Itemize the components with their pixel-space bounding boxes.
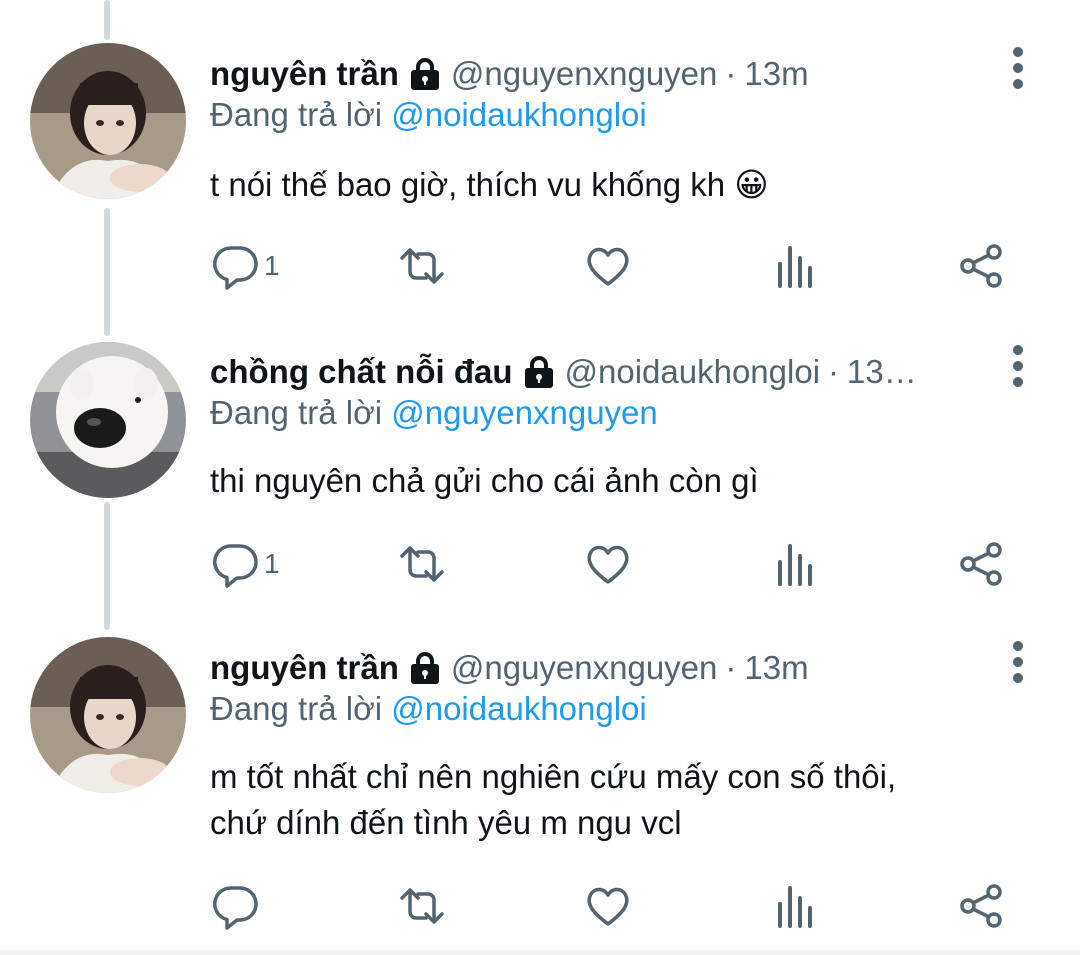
tweet-actions: 1 <box>0 236 1080 296</box>
share-icon <box>960 244 1002 288</box>
separator: · <box>725 649 737 686</box>
reply-context: Đang trả lời @noidaukhongloi <box>210 96 647 134</box>
reply-mention[interactable]: @noidaukhongloi <box>391 96 647 133</box>
lock-icon <box>410 652 439 684</box>
display-name[interactable]: nguyên trần <box>210 55 399 93</box>
views-button[interactable] <box>772 236 820 296</box>
retweet-icon <box>400 546 444 582</box>
tweet-text: thi nguyên chả gửi cho cái ảnh còn gì <box>210 458 1030 504</box>
reply-button[interactable] <box>212 876 264 936</box>
timestamp[interactable]: 13m <box>744 649 808 687</box>
separator: · <box>725 55 737 92</box>
tweet-text-line: thi nguyên chả gửi cho cái ảnh còn gì <box>210 462 759 499</box>
like-icon <box>587 887 629 926</box>
tweet-header: nguyên trần @nguyenxnguyen · 13m <box>210 646 809 690</box>
timestamp[interactable]: 13m <box>744 55 808 93</box>
tweet-header: chồng chất nỗi đau @noidaukhongloi · 13… <box>210 350 917 394</box>
avatar[interactable] <box>30 342 186 498</box>
views-icon <box>778 544 812 586</box>
reply-prefix: Đang trả lời <box>210 96 383 133</box>
reply-context: Đang trả lời @nguyenxnguyen <box>210 394 658 432</box>
tweet-text-line: t nói thế bao giờ, thích vu khống kh 😀 <box>210 166 769 203</box>
handle[interactable]: @nguyenxnguyen <box>451 55 718 93</box>
more-icon[interactable] <box>1008 44 1028 92</box>
share-icon <box>960 884 1002 928</box>
separator: · <box>828 353 840 390</box>
more-icon[interactable] <box>1008 638 1028 686</box>
retweet-button[interactable] <box>398 236 446 296</box>
divider <box>0 950 1080 955</box>
avatar[interactable] <box>30 637 186 793</box>
timestamp[interactable]: 13… <box>847 353 917 391</box>
more-icon[interactable] <box>1008 342 1028 390</box>
tweet-header: nguyên trần @nguyenxnguyen · 13m <box>210 52 809 96</box>
display-name[interactable]: chồng chất nỗi đau <box>210 353 513 391</box>
reply-button[interactable]: 1 <box>212 534 280 594</box>
reply-icon <box>213 246 258 290</box>
display-name[interactable]: nguyên trần <box>210 649 399 687</box>
reply-prefix: Đang trả lời <box>210 690 383 727</box>
like-icon <box>587 247 629 286</box>
reply-count: 1 <box>264 250 280 281</box>
reply-icon <box>213 544 258 588</box>
tweet-text: t nói thế bao giờ, thích vu khống kh 😀 <box>210 162 1030 208</box>
handle[interactable]: @nguyenxnguyen <box>451 649 718 687</box>
tweet-actions <box>0 876 1080 936</box>
reply-button[interactable]: 1 <box>212 236 280 296</box>
retweet-icon <box>400 888 444 924</box>
share-button[interactable] <box>958 236 1006 296</box>
reply-icon <box>213 886 258 930</box>
tweet-text: m tốt nhất chỉ nên nghiên cứu mấy con số… <box>210 754 1030 846</box>
lock-icon <box>524 356 553 388</box>
retweet-button[interactable] <box>398 876 446 936</box>
share-icon <box>960 542 1002 586</box>
tweet-actions: 1 <box>0 534 1080 594</box>
views-icon <box>778 886 812 928</box>
share-button[interactable] <box>958 876 1006 936</box>
retweet-button[interactable] <box>398 534 446 594</box>
reply-prefix: Đang trả lời <box>210 394 383 431</box>
reply-mention[interactable]: @nguyenxnguyen <box>391 394 658 431</box>
views-icon <box>778 246 812 288</box>
tweet-text-line: chứ dính đến tình yêu m ngu vcl <box>210 804 682 841</box>
avatar[interactable] <box>30 43 186 199</box>
views-button[interactable] <box>772 534 820 594</box>
thread-line-top <box>104 0 110 40</box>
views-button[interactable] <box>772 876 820 936</box>
lock-icon <box>410 58 439 90</box>
share-button[interactable] <box>958 534 1006 594</box>
like-button[interactable] <box>584 876 632 936</box>
like-button[interactable] <box>584 236 632 296</box>
retweet-icon <box>400 248 444 284</box>
reply-context: Đang trả lời @noidaukhongloi <box>210 690 647 728</box>
handle[interactable]: @noidaukhongloi <box>565 353 821 391</box>
like-button[interactable] <box>584 534 632 594</box>
like-icon <box>587 545 629 584</box>
reply-count: 1 <box>264 548 280 579</box>
reply-mention[interactable]: @noidaukhongloi <box>391 690 647 727</box>
tweet-text-line: m tốt nhất chỉ nên nghiên cứu mấy con số… <box>210 758 897 795</box>
